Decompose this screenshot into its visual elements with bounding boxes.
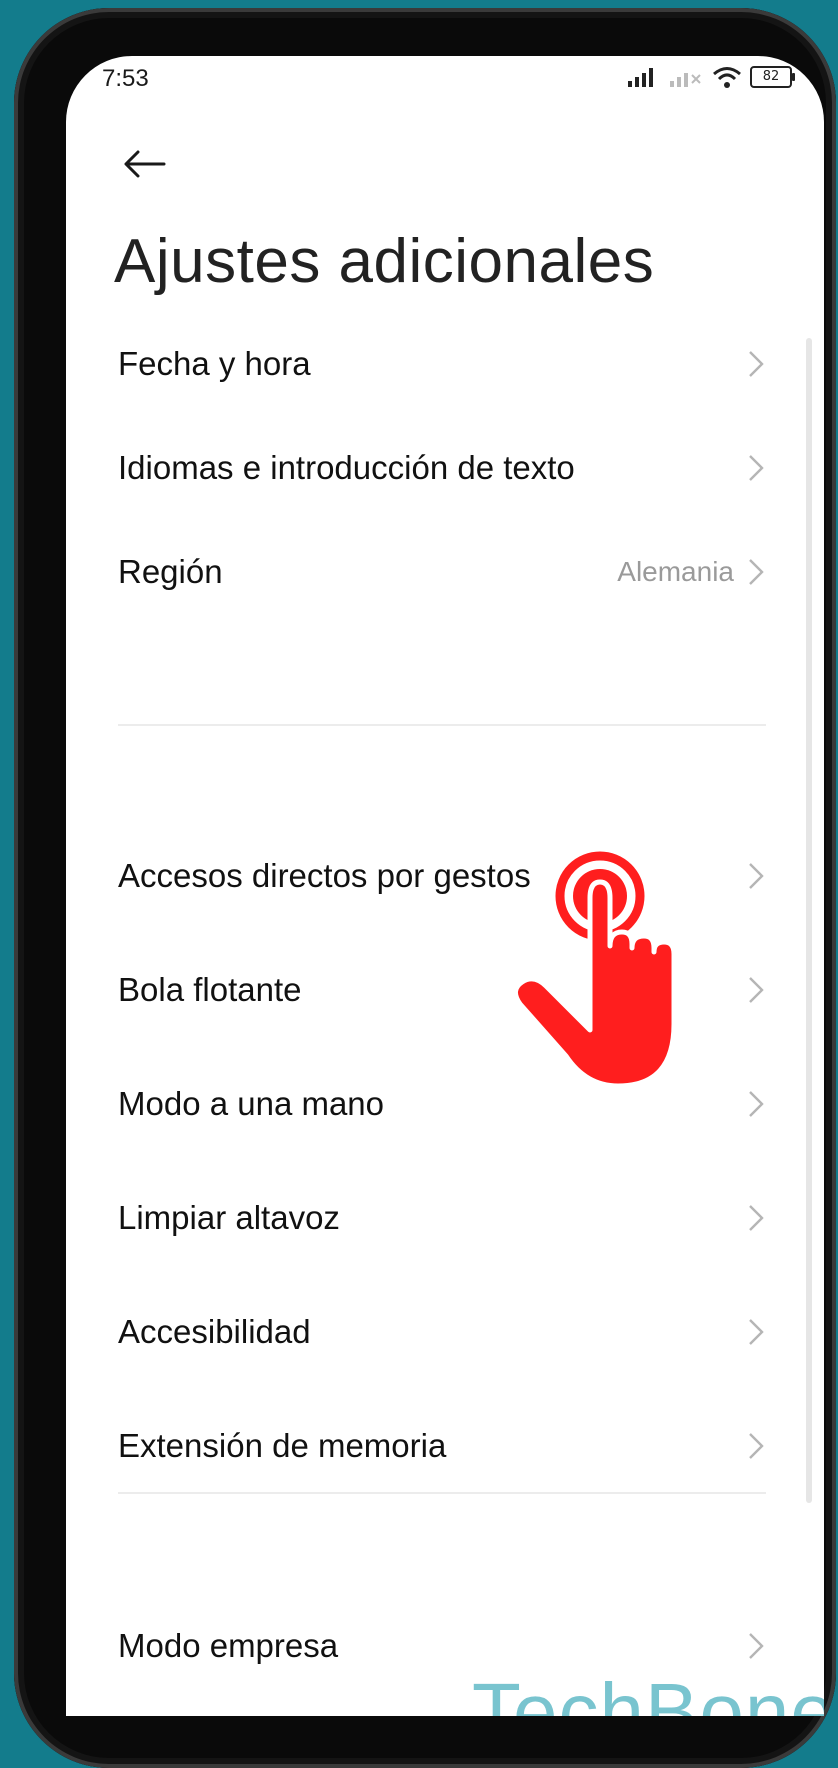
setting-label: Extensión de memoria [118, 1427, 447, 1464]
back-arrow-icon [124, 150, 166, 178]
setting-label: Bola flotante [118, 971, 302, 1008]
setting-clean-speaker[interactable]: Limpiar altavoz [118, 1168, 766, 1268]
chevron-right-icon [749, 1205, 764, 1231]
wifi-icon [713, 67, 741, 88]
status-time: 7:53 [102, 65, 149, 92]
divider [118, 1492, 766, 1494]
setting-date-time[interactable]: Fecha y hora [118, 314, 766, 414]
phone-frame: 7:53 82 Ajustes adicionales Fecha y hora… [14, 8, 836, 1768]
setting-label: Modo empresa [118, 1627, 339, 1664]
chevron-right-icon [749, 1091, 764, 1117]
setting-label: Fecha y hora [118, 345, 311, 382]
setting-label: Idiomas e introducción de texto [118, 449, 575, 486]
watermark: TechBone [472, 1667, 824, 1716]
setting-label: Modo a una mano [118, 1085, 385, 1122]
scrollbar[interactable] [806, 338, 812, 1503]
chevron-right-icon [749, 1433, 764, 1459]
setting-label: Accesibilidad [118, 1313, 311, 1350]
status-bar: 7:53 82 [66, 56, 824, 102]
chevron-right-icon [749, 351, 764, 377]
divider [118, 724, 766, 726]
chevron-right-icon [749, 977, 764, 1003]
chevron-right-icon [749, 1633, 764, 1659]
setting-value: Alemania [617, 556, 734, 587]
back-button[interactable] [114, 134, 174, 194]
page-title: Ajustes adicionales [114, 227, 655, 296]
chevron-right-icon [749, 1319, 764, 1345]
setting-label: Región [118, 553, 223, 590]
tap-hand-icon [513, 851, 677, 1089]
status-icons: 82 [628, 66, 795, 88]
screen: 7:53 82 Ajustes adicionales Fecha y hora… [66, 56, 824, 1716]
setting-label: Accesos directos por gestos [118, 857, 531, 894]
setting-accessibility[interactable]: Accesibilidad [118, 1282, 766, 1382]
setting-memory-extension[interactable]: Extensión de memoria [118, 1396, 766, 1496]
setting-label: Limpiar altavoz [118, 1199, 340, 1236]
setting-languages-input[interactable]: Idiomas e introducción de texto [118, 418, 766, 518]
setting-region[interactable]: Región Alemania [118, 522, 766, 622]
signal-icon [628, 68, 653, 87]
battery-icon: 82 [750, 66, 795, 88]
signal-secondary-icon [670, 73, 701, 87]
chevron-right-icon [749, 559, 764, 585]
chevron-right-icon [749, 455, 764, 481]
chevron-right-icon [749, 863, 764, 889]
